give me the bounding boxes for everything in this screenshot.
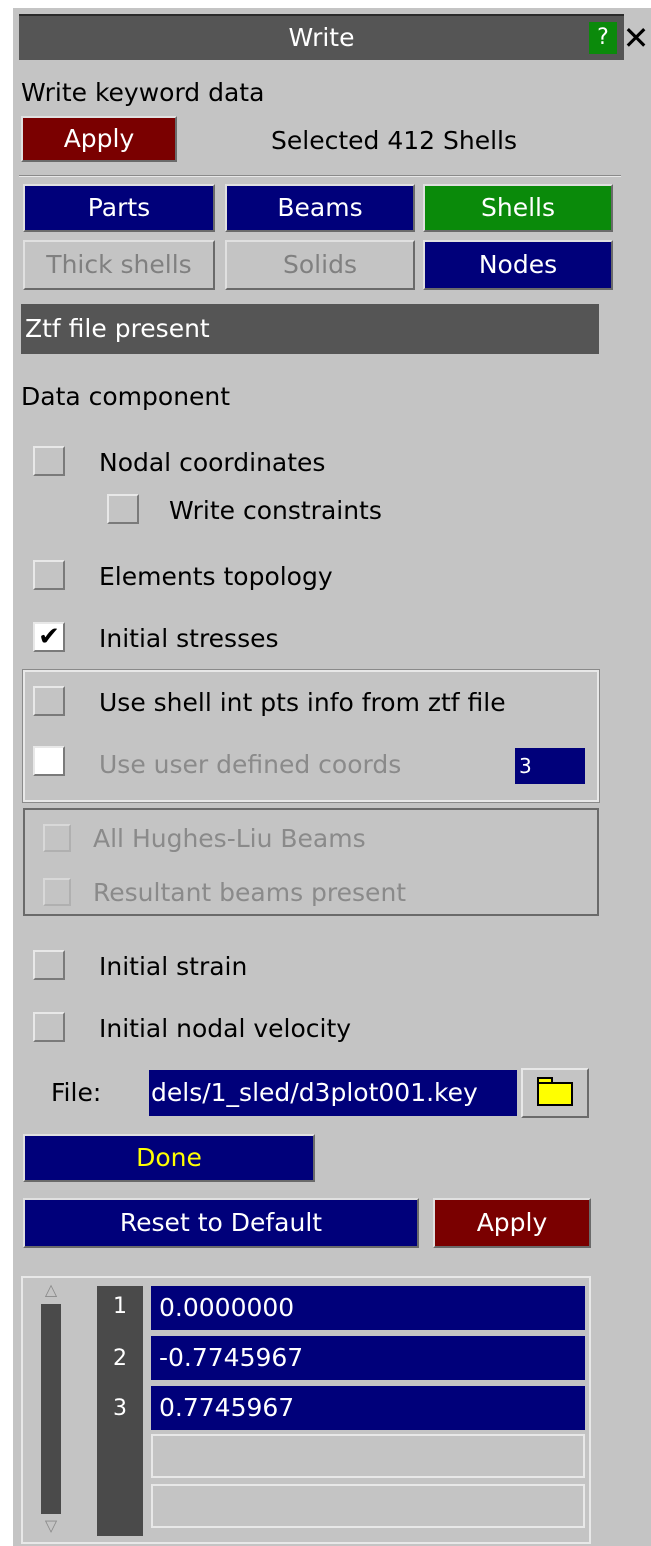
elements-topology-label: Elements topology <box>99 562 333 591</box>
coord-empty-cell[interactable] <box>151 1484 585 1528</box>
elements-topology-checkbox[interactable] <box>33 560 65 590</box>
row-number: 1 <box>113 1294 127 1319</box>
nodal-coordinates-label: Nodal coordinates <box>99 448 326 477</box>
browse-folder-button[interactable] <box>521 1068 589 1118</box>
apply-button[interactable]: Apply <box>433 1198 591 1248</box>
use-shell-int-pts-checkbox[interactable] <box>33 686 65 716</box>
file-label: File: <box>51 1078 102 1107</box>
row-number: 2 <box>113 1346 127 1371</box>
resultant-beams-label: Resultant beams present <box>93 878 407 907</box>
window-title: Write <box>19 14 624 60</box>
divider <box>19 175 621 177</box>
scroll-down-icon[interactable]: ▽ <box>38 1516 64 1535</box>
use-user-defined-coords-label: Use user defined coords <box>99 750 402 779</box>
scroll-up-icon[interactable]: △ <box>38 1280 64 1299</box>
nodal-coordinates-checkbox[interactable] <box>33 446 65 476</box>
write-panel: Write ? ✕ Write keyword data Apply Selec… <box>13 8 651 1546</box>
data-component-heading: Data component <box>21 382 231 411</box>
initial-nodal-velocity-label: Initial nodal velocity <box>99 1014 352 1043</box>
tab-nodes[interactable]: Nodes <box>423 240 613 290</box>
close-icon[interactable]: ✕ <box>621 18 651 58</box>
coord-empty-cell[interactable] <box>151 1434 585 1478</box>
initial-stresses-checkbox[interactable]: ✔ <box>33 622 65 652</box>
use-user-defined-coords-checkbox[interactable] <box>33 746 65 776</box>
all-hughes-liu-beams-label: All Hughes-Liu Beams <box>93 824 366 853</box>
tab-shells[interactable]: Shells <box>423 184 613 232</box>
initial-strain-label: Initial strain <box>99 952 248 981</box>
coord-value-cell[interactable]: 0.7745967 <box>151 1386 585 1430</box>
initial-stresses-label: Initial stresses <box>99 624 279 653</box>
all-hughes-liu-beams-checkbox[interactable] <box>43 824 71 852</box>
tab-parts[interactable]: Parts <box>23 184 215 232</box>
resultant-beams-checkbox[interactable] <box>43 878 71 906</box>
apply-top-button[interactable]: Apply <box>21 116 177 162</box>
check-icon: ✔ <box>38 622 60 652</box>
file-path-input[interactable]: dels/1_sled/d3plot001.key <box>149 1070 517 1116</box>
use-shell-int-pts-label: Use shell int pts info from ztf file <box>99 688 506 717</box>
coord-value-cell[interactable]: -0.7745967 <box>151 1336 585 1380</box>
coord-value-cell[interactable]: 0.0000000 <box>151 1286 585 1330</box>
done-button[interactable]: Done <box>23 1134 315 1182</box>
write-constraints-checkbox[interactable] <box>107 494 139 524</box>
tab-thick-shells[interactable]: Thick shells <box>23 240 215 290</box>
ztf-status-bar: Ztf file present <box>21 304 599 354</box>
tab-solids[interactable]: Solids <box>225 240 415 290</box>
panel-subtitle: Write keyword data <box>21 78 265 107</box>
row-number: 3 <box>113 1396 127 1421</box>
user-coords-count-field[interactable]: 3 <box>515 748 585 784</box>
help-button[interactable]: ? <box>589 22 617 54</box>
initial-strain-checkbox[interactable] <box>33 950 65 980</box>
reset-to-default-button[interactable]: Reset to Default <box>23 1198 419 1248</box>
scrollbar[interactable] <box>41 1304 61 1514</box>
selection-status: Selected 412 Shells <box>271 126 517 155</box>
tab-beams[interactable]: Beams <box>225 184 415 232</box>
write-constraints-label: Write constraints <box>169 496 382 525</box>
initial-nodal-velocity-checkbox[interactable] <box>33 1012 65 1042</box>
